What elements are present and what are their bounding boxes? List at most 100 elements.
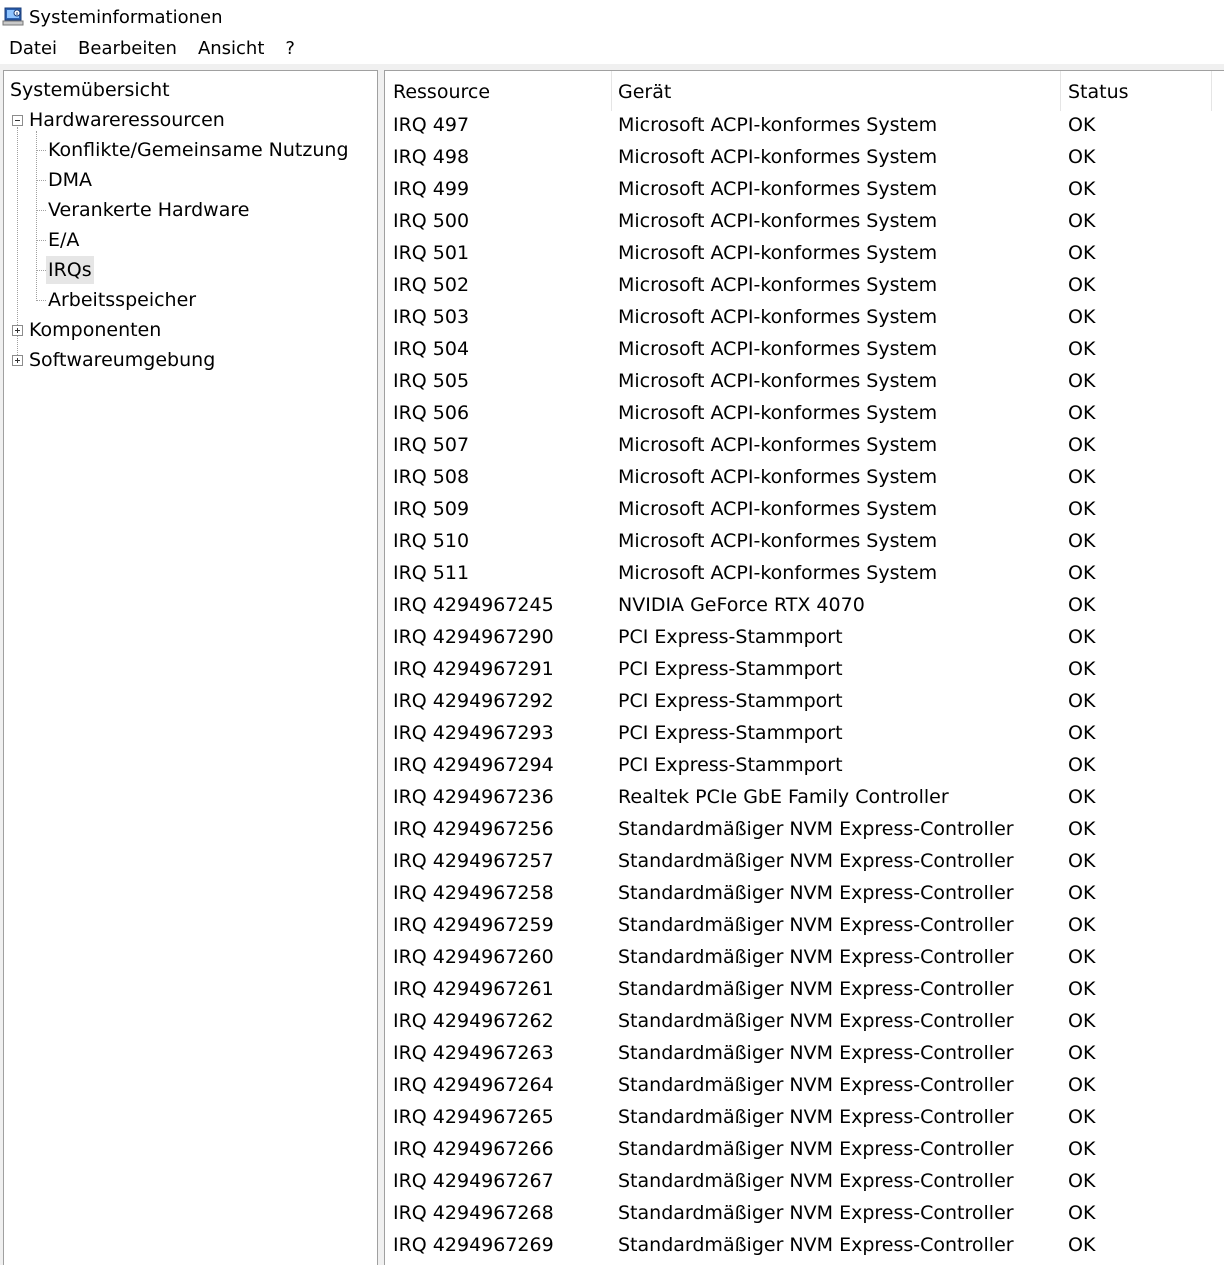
cell-device: Microsoft ACPI-konformes System bbox=[618, 274, 938, 296]
cell-resource: IRQ 4294967293 bbox=[393, 722, 554, 744]
table-row[interactable]: IRQ 4294967292 PCI Express-Stammport OK bbox=[385, 685, 1224, 717]
menu-help[interactable]: ? bbox=[275, 34, 306, 64]
table-row[interactable]: IRQ 4294967267 Standardmäßiger NVM Expres… bbox=[385, 1165, 1224, 1197]
table-row[interactable]: IRQ 4294967259 Standardmäßiger NVM Expres… bbox=[385, 909, 1224, 941]
tree-item-forced-hardware[interactable]: Verankerte Hardware bbox=[48, 196, 249, 224]
tree-item-conflicts[interactable]: Konflikte/Gemeinsame Nutzung bbox=[48, 136, 349, 164]
tree-item-io[interactable]: E/A bbox=[48, 226, 79, 254]
cell-status: OK bbox=[1068, 882, 1096, 904]
table-row[interactable]: IRQ 4294967291 PCI Express-Stammport OK bbox=[385, 653, 1224, 685]
cell-status: OK bbox=[1068, 466, 1096, 488]
cell-device: Microsoft ACPI-konformes System bbox=[618, 178, 938, 200]
tree-item-components[interactable]: Komponenten bbox=[29, 316, 161, 344]
cell-device: Standardmäßiger NVM Express-Controller bbox=[618, 1042, 1014, 1064]
table-row[interactable]: IRQ 4294967245 NVIDIA GeForce RTX 4070 OK bbox=[385, 589, 1224, 621]
table-row[interactable]: IRQ 504 Microsoft ACPI-konformes System OK bbox=[385, 333, 1224, 365]
details-list[interactable]: Ressource Gerät Status IRQ 497 Microsoft … bbox=[384, 70, 1224, 1265]
menu-file[interactable]: Datei bbox=[0, 34, 68, 64]
tree-connector bbox=[36, 131, 37, 301]
cell-resource: IRQ 503 bbox=[393, 306, 470, 328]
table-row[interactable]: IRQ 4294967263 Standardmäßiger NVM Expres… bbox=[385, 1037, 1224, 1069]
cell-device: Standardmäßiger NVM Express-Controller bbox=[618, 1010, 1014, 1032]
table-row[interactable]: IRQ 497 Microsoft ACPI-konformes System OK bbox=[385, 109, 1224, 141]
cell-resource: IRQ 505 bbox=[393, 370, 470, 392]
table-row[interactable]: IRQ 498 Microsoft ACPI-konformes System OK bbox=[385, 141, 1224, 173]
table-row[interactable]: IRQ 500 Microsoft ACPI-konformes System OK bbox=[385, 205, 1224, 237]
cell-status: OK bbox=[1068, 914, 1096, 936]
column-header-resource[interactable]: Ressource bbox=[385, 71, 612, 111]
table-row[interactable]: IRQ 505 Microsoft ACPI-konformes System OK bbox=[385, 365, 1224, 397]
table-row[interactable]: IRQ 4294967262 Standardmäßiger NVM Expres… bbox=[385, 1005, 1224, 1037]
table-row[interactable]: IRQ 4294967269 Standardmäßiger NVM Expres… bbox=[385, 1229, 1224, 1261]
tree-connector bbox=[37, 240, 46, 241]
cell-resource: IRQ 4294967263 bbox=[393, 1042, 554, 1064]
table-row[interactable]: IRQ 4294967293 PCI Express-Stammport OK bbox=[385, 717, 1224, 749]
menu-view[interactable]: Ansicht bbox=[188, 34, 275, 64]
cell-resource: IRQ 510 bbox=[393, 530, 470, 552]
table-row[interactable]: IRQ 507 Microsoft ACPI-konformes System OK bbox=[385, 429, 1224, 461]
table-row[interactable]: IRQ 510 Microsoft ACPI-konformes System OK bbox=[385, 525, 1224, 557]
cell-resource: IRQ 501 bbox=[393, 242, 470, 264]
cell-status: OK bbox=[1068, 114, 1096, 136]
expand-icon[interactable] bbox=[12, 355, 23, 366]
cell-device: Microsoft ACPI-konformes System bbox=[618, 402, 938, 424]
cell-status: OK bbox=[1068, 786, 1096, 808]
cell-device: Microsoft ACPI-konformes System bbox=[618, 210, 938, 232]
cell-device: Microsoft ACPI-konformes System bbox=[618, 498, 938, 520]
table-row[interactable]: IRQ 4294967290 PCI Express-Stammport OK bbox=[385, 621, 1224, 653]
cell-status: OK bbox=[1068, 146, 1096, 168]
tree-item-software-environment[interactable]: Softwareumgebung bbox=[29, 346, 215, 374]
tree-item-hardware-resources[interactable]: Hardwareressourcen bbox=[29, 106, 225, 134]
tree-item-dma[interactable]: DMA bbox=[48, 166, 92, 194]
cell-status: OK bbox=[1068, 754, 1096, 776]
table-row[interactable]: IRQ 509 Microsoft ACPI-konformes System OK bbox=[385, 493, 1224, 525]
collapse-icon[interactable] bbox=[12, 115, 23, 126]
table-row[interactable]: IRQ 501 Microsoft ACPI-konformes System OK bbox=[385, 237, 1224, 269]
cell-resource: IRQ 4294967267 bbox=[393, 1170, 554, 1192]
cell-status: OK bbox=[1068, 1010, 1096, 1032]
cell-status: OK bbox=[1068, 1170, 1096, 1192]
table-row[interactable]: IRQ 499 Microsoft ACPI-konformes System OK bbox=[385, 173, 1224, 205]
cell-device: Microsoft ACPI-konformes System bbox=[618, 242, 938, 264]
cell-status: OK bbox=[1068, 1234, 1096, 1256]
cell-device: Microsoft ACPI-konformes System bbox=[618, 114, 938, 136]
table-row[interactable]: IRQ 511 Microsoft ACPI-konformes System OK bbox=[385, 557, 1224, 589]
column-header-device[interactable]: Gerät bbox=[610, 71, 1061, 111]
table-row[interactable]: IRQ 4294967236 Realtek PCIe GbE Family Co… bbox=[385, 781, 1224, 813]
table-row[interactable]: IRQ 508 Microsoft ACPI-konformes System OK bbox=[385, 461, 1224, 493]
column-header-status[interactable]: Status bbox=[1060, 71, 1212, 111]
cell-status: OK bbox=[1068, 562, 1096, 584]
tree-item-system-summary[interactable]: Systemübersicht bbox=[10, 76, 170, 104]
cell-status: OK bbox=[1068, 402, 1096, 424]
cell-status: OK bbox=[1068, 658, 1096, 680]
table-row[interactable]: IRQ 4294967258 Standardmäßiger NVM Expres… bbox=[385, 877, 1224, 909]
cell-device: Standardmäßiger NVM Express-Controller bbox=[618, 1202, 1014, 1224]
title-bar[interactable]: Systeminformationen bbox=[0, 0, 1224, 34]
table-row[interactable]: IRQ 503 Microsoft ACPI-konformes System OK bbox=[385, 301, 1224, 333]
cell-resource: IRQ 4294967256 bbox=[393, 818, 554, 840]
table-row[interactable]: IRQ 4294967261 Standardmäßiger NVM Expres… bbox=[385, 973, 1224, 1005]
table-row[interactable]: IRQ 4294967266 Standardmäßiger NVM Expres… bbox=[385, 1133, 1224, 1165]
expand-icon[interactable] bbox=[12, 325, 23, 336]
table-row[interactable]: IRQ 506 Microsoft ACPI-konformes System OK bbox=[385, 397, 1224, 429]
cell-status: OK bbox=[1068, 722, 1096, 744]
cell-resource: IRQ 499 bbox=[393, 178, 470, 200]
cell-device: Standardmäßiger NVM Express-Controller bbox=[618, 1074, 1014, 1096]
cell-resource: IRQ 4294967262 bbox=[393, 1010, 554, 1032]
cell-device: Realtek PCIe GbE Family Controller bbox=[618, 786, 949, 808]
tree-item-memory[interactable]: Arbeitsspeicher bbox=[48, 286, 196, 314]
cell-resource: IRQ 508 bbox=[393, 466, 470, 488]
category-tree[interactable]: Systemübersicht Hardwareressourcen Konfl… bbox=[3, 70, 378, 1265]
table-row[interactable]: IRQ 4294967264 Standardmäßiger NVM Expres… bbox=[385, 1069, 1224, 1101]
table-row[interactable]: IRQ 4294967294 PCI Express-Stammport OK bbox=[385, 749, 1224, 781]
menu-edit[interactable]: Bearbeiten bbox=[68, 34, 188, 64]
tree-item-irqs[interactable]: IRQs bbox=[46, 256, 94, 284]
cell-device: Microsoft ACPI-konformes System bbox=[618, 370, 938, 392]
table-row[interactable]: IRQ 4294967256 Standardmäßiger NVM Expres… bbox=[385, 813, 1224, 845]
table-row[interactable]: IRQ 4294967265 Standardmäßiger NVM Expres… bbox=[385, 1101, 1224, 1133]
table-row[interactable]: IRQ 4294967257 Standardmäßiger NVM Expres… bbox=[385, 845, 1224, 877]
table-row[interactable]: IRQ 4294967260 Standardmäßiger NVM Expres… bbox=[385, 941, 1224, 973]
table-row[interactable]: IRQ 4294967268 Standardmäßiger NVM Expres… bbox=[385, 1197, 1224, 1229]
cell-device: PCI Express-Stammport bbox=[618, 658, 843, 680]
table-row[interactable]: IRQ 502 Microsoft ACPI-konformes System OK bbox=[385, 269, 1224, 301]
